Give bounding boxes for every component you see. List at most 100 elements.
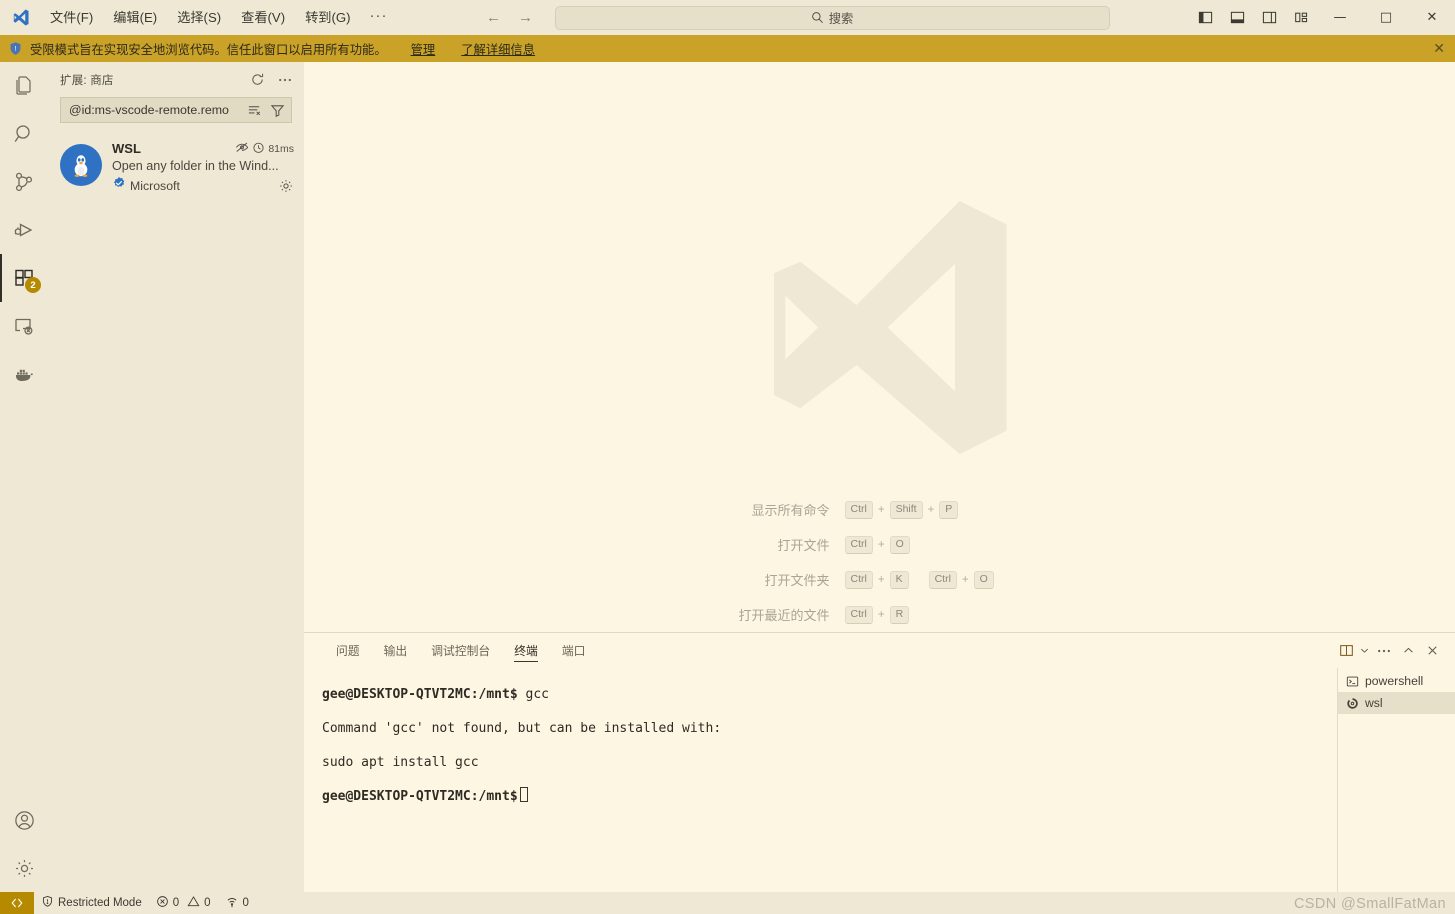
toggle-secondary-sidebar-icon[interactable] bbox=[1253, 0, 1285, 35]
error-icon bbox=[156, 895, 169, 911]
activity-bar-bottom bbox=[0, 796, 48, 892]
terminal-prompt: gee@DESKTOP-QTVT2MC:/mnt$ bbox=[322, 789, 518, 804]
tux-penguin-icon bbox=[60, 144, 102, 186]
accounts-icon[interactable] bbox=[0, 796, 48, 844]
terminal-line: gee@DESKTOP-QTVT2MC:/mnt$ gcc bbox=[322, 678, 1337, 712]
maximize-panel-icon[interactable] bbox=[1397, 639, 1419, 663]
remote-indicator-icon[interactable] bbox=[0, 892, 34, 914]
banner-manage-link[interactable]: 管理 bbox=[411, 40, 436, 58]
sidebar-item-run-and-debug[interactable] bbox=[0, 206, 48, 254]
tab-problems[interactable]: 问题 bbox=[324, 633, 372, 668]
menu-go[interactable]: 转到(G) bbox=[295, 6, 360, 30]
split-terminal-icon[interactable] bbox=[1337, 639, 1355, 663]
window-close-button[interactable]: ✕ bbox=[1409, 0, 1455, 35]
workbench-body: 2 扩展: 商店 @id:ms-vscode-remote.remo WSL 8… bbox=[0, 62, 1455, 892]
command-center-search[interactable]: 搜索 bbox=[554, 5, 1110, 30]
more-actions-icon[interactable] bbox=[274, 69, 296, 91]
toggle-panel-icon[interactable] bbox=[1221, 0, 1253, 35]
clear-filter-icon[interactable] bbox=[244, 100, 264, 120]
clock-icon bbox=[252, 141, 265, 157]
key: R bbox=[889, 605, 910, 624]
sidebar-item-remote-explorer[interactable] bbox=[0, 302, 48, 350]
status-ports[interactable]: 0 bbox=[218, 892, 256, 914]
shortcut-row: 打开文件夹 Ctrl + K Ctrl + O bbox=[650, 562, 1110, 597]
search-placeholder-text: 搜索 bbox=[828, 11, 854, 26]
key: Ctrl bbox=[928, 570, 957, 589]
warning-icon bbox=[187, 895, 200, 911]
sidebar-item-search[interactable] bbox=[0, 110, 48, 158]
key-plus: + bbox=[877, 573, 885, 586]
shortcut-row: 打开文件 Ctrl + O bbox=[650, 527, 1110, 562]
shield-icon: ! bbox=[8, 41, 23, 56]
terminal-output[interactable]: gee@DESKTOP-QTVT2MC:/mnt$ gcc Command 'g… bbox=[304, 668, 1337, 892]
tab-ports[interactable]: 端口 bbox=[550, 633, 598, 668]
terminal-tabs-list: powershell wsl bbox=[1337, 668, 1455, 892]
search-input[interactable] bbox=[69, 103, 241, 117]
banner-learn-more-link[interactable]: 了解详细信息 bbox=[461, 40, 535, 58]
sidebar-item-docker[interactable] bbox=[0, 350, 48, 398]
menu-overflow-icon[interactable]: ··· bbox=[361, 6, 397, 30]
extensions-sidebar: 扩展: 商店 @id:ms-vscode-remote.remo WSL 81m… bbox=[48, 62, 304, 892]
status-restricted-mode[interactable]: Restricted Mode bbox=[34, 892, 149, 914]
panel-tabs: 问题 输出 调试控制台 终端 端口 bbox=[324, 633, 597, 668]
editor-watermark-area: 显示所有命令 Ctrl + Shift + P 打开文件 Ctrl + O 打开… bbox=[304, 62, 1455, 632]
tab-output[interactable]: 输出 bbox=[372, 633, 420, 668]
chevron-down-icon[interactable] bbox=[1357, 639, 1371, 663]
extension-title-row: WSL 81ms bbox=[112, 140, 294, 157]
customize-layout-icon[interactable] bbox=[1285, 0, 1317, 35]
eye-closed-icon bbox=[235, 140, 249, 157]
list-item[interactable]: WSL 81ms Open any folder in the Wind... … bbox=[48, 134, 304, 201]
terminal-line: gee@DESKTOP-QTVT2MC:/mnt$ bbox=[322, 780, 1337, 814]
search-icon bbox=[811, 11, 824, 24]
key-plus: + bbox=[927, 503, 935, 516]
key: Ctrl bbox=[844, 570, 873, 589]
extensions-badge: 2 bbox=[25, 277, 41, 293]
refresh-icon[interactable] bbox=[246, 69, 268, 91]
activation-time: 81ms bbox=[268, 142, 294, 155]
terminal-text: Command 'gcc' not found, but can be inst… bbox=[322, 721, 722, 736]
extension-publisher-row: Microsoft bbox=[112, 176, 294, 195]
vscode-window: 文件(F) 编辑(E) 选择(S) 查看(V) 转到(G) ··· ← → 搜索 bbox=[0, 0, 1455, 914]
terminal-tab-wsl[interactable]: wsl bbox=[1338, 692, 1455, 714]
banner-close-icon[interactable]: ✕ bbox=[1433, 35, 1445, 62]
toggle-primary-sidebar-icon[interactable] bbox=[1189, 0, 1221, 35]
manage-gear-icon[interactable] bbox=[0, 844, 48, 892]
maximize-icon: □ bbox=[1379, 10, 1393, 25]
terminal-tab-label: powershell bbox=[1365, 674, 1424, 688]
terminal-line: sudo apt install gcc bbox=[322, 746, 1337, 780]
image-watermark: CSDN @SmallFatMan bbox=[1293, 896, 1446, 912]
go-forward-icon[interactable]: → bbox=[513, 6, 539, 30]
manage-extension-gear-icon[interactable] bbox=[278, 178, 294, 194]
svg-text:!: ! bbox=[15, 46, 17, 53]
go-back-icon[interactable]: ← bbox=[481, 6, 507, 30]
terminal-cursor bbox=[519, 787, 528, 802]
terminal-wsl-icon bbox=[1346, 697, 1359, 710]
titlebar-right-controls: — □ ✕ bbox=[1189, 0, 1455, 35]
menu-edit[interactable]: 编辑(E) bbox=[103, 6, 167, 30]
terminal-tab-powershell[interactable]: powershell bbox=[1338, 670, 1455, 692]
tab-debug-console[interactable]: 调试控制台 bbox=[419, 633, 502, 668]
shortcut-keys: Ctrl + Shift + P bbox=[844, 500, 959, 519]
extension-info: WSL 81ms Open any folder in the Wind... … bbox=[112, 140, 294, 195]
status-problems[interactable]: 0 0 bbox=[149, 892, 218, 914]
sidebar-item-explorer[interactable] bbox=[0, 62, 48, 110]
extensions-search-box[interactable] bbox=[60, 97, 292, 123]
key-plus: + bbox=[877, 538, 885, 551]
more-actions-icon[interactable] bbox=[1373, 639, 1395, 663]
window-minimize-button[interactable]: — bbox=[1317, 0, 1363, 35]
sidebar-item-source-control[interactable] bbox=[0, 158, 48, 206]
menu-view[interactable]: 查看(V) bbox=[231, 6, 295, 30]
sidebar-item-extensions[interactable]: 2 bbox=[0, 254, 48, 302]
menu-selection[interactable]: 选择(S) bbox=[167, 6, 231, 30]
tab-terminal[interactable]: 终端 bbox=[502, 633, 550, 668]
filter-icon[interactable] bbox=[267, 100, 287, 120]
close-panel-icon[interactable] bbox=[1421, 639, 1443, 663]
activity-bar: 2 bbox=[0, 62, 48, 892]
terminal-line: Command 'gcc' not found, but can be inst… bbox=[322, 712, 1337, 746]
window-maximize-button[interactable]: □ bbox=[1363, 0, 1409, 35]
terminal-text: sudo apt install gcc bbox=[322, 755, 479, 770]
menu-file[interactable]: 文件(F) bbox=[40, 6, 103, 30]
terminal-tab-label: wsl bbox=[1365, 696, 1383, 710]
error-count: 0 bbox=[172, 897, 180, 909]
key: Shift bbox=[889, 500, 923, 519]
